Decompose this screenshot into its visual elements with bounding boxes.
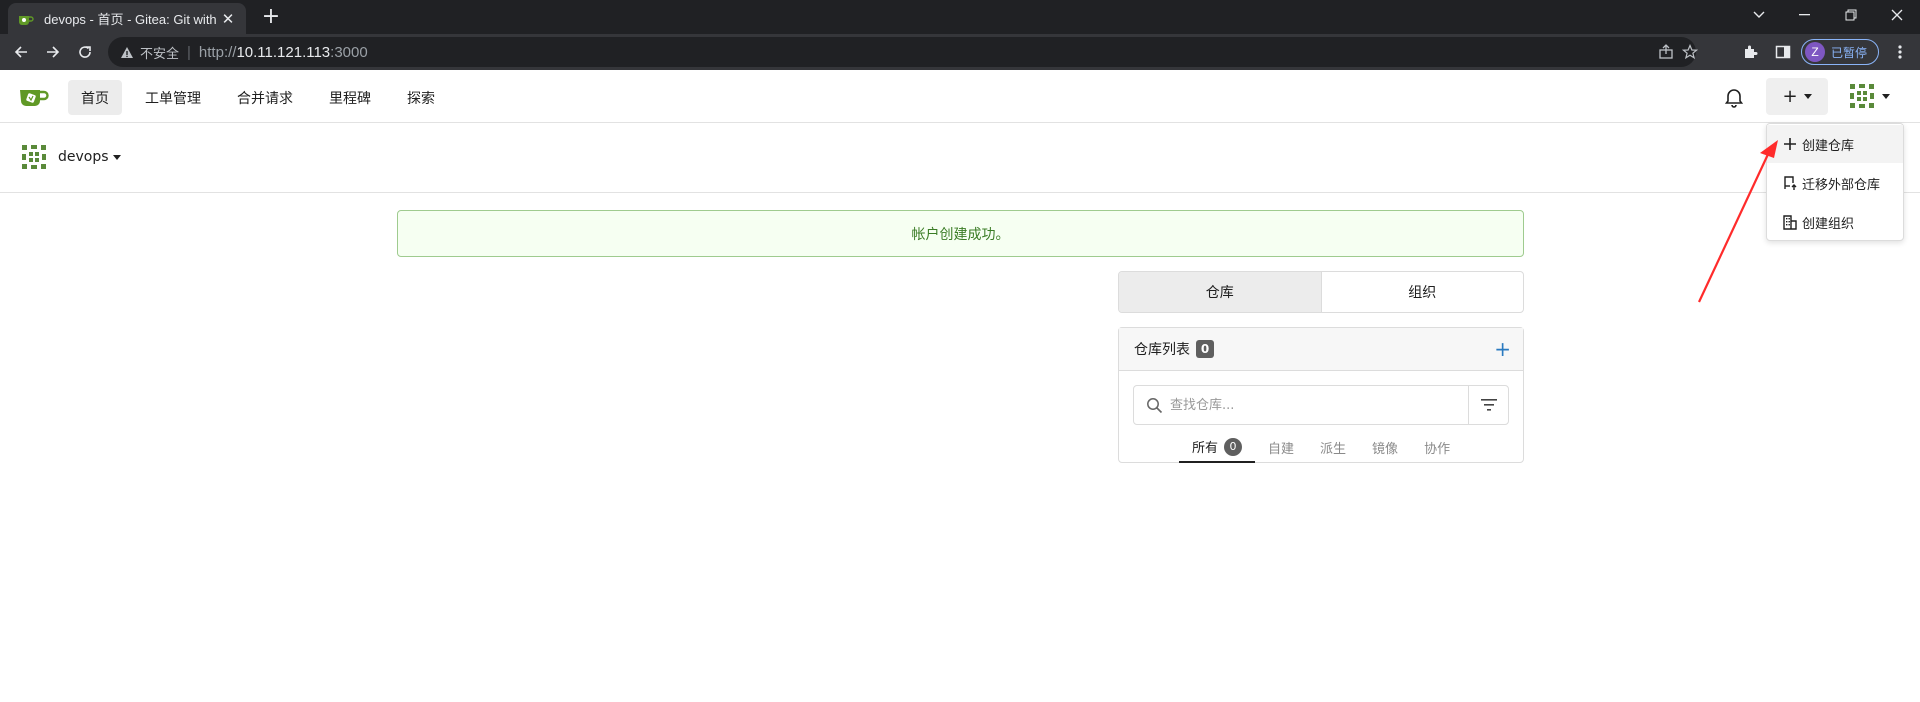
menu-item-migrate-repo-label: 迁移外部仓库: [1802, 177, 1881, 193]
browser-tab[interactable]: devops - 首页 - Gitea: Git with a cup of t…: [8, 3, 246, 34]
back-arrow-icon[interactable]: [8, 39, 34, 65]
filter-tab-forks-label: 派生: [1320, 442, 1347, 457]
plus-icon: [1784, 138, 1796, 150]
repo-filter-tabs: 所有 0 自建 派生 镜像 协作: [1179, 432, 1463, 464]
filter-tab-forks[interactable]: 派生: [1307, 432, 1359, 463]
menu-item-new-repo-label: 创建仓库: [1802, 138, 1855, 154]
gitea-logo-icon[interactable]: [19, 84, 49, 108]
url-host: 10.11.121.113: [236, 43, 331, 61]
filter-tab-collaborative-label: 协作: [1424, 442, 1451, 457]
warning-icon: [121, 46, 133, 58]
repo-search-box: [1133, 385, 1509, 425]
context-user-name: devops: [58, 149, 109, 165]
nav-pull-requests[interactable]: 合并请求: [224, 80, 306, 115]
search-icon: [1147, 398, 1163, 414]
repo-list-title: 仓库列表: [1134, 342, 1190, 358]
nav-milestones[interactable]: 里程碑: [316, 80, 384, 115]
notification-bell-icon[interactable]: [1723, 86, 1745, 108]
context-switcher[interactable]: devops: [58, 149, 121, 165]
browser-toolbar: 不安全 | http:// 10.11.121.113 :3000 Z 已暂停: [0, 34, 1920, 70]
profile-button[interactable]: Z 已暂停: [1801, 39, 1879, 65]
create-new-button[interactable]: +: [1766, 78, 1828, 115]
nav-home[interactable]: 首页: [68, 80, 122, 115]
chevron-down-icon: [1803, 94, 1812, 99]
user-identicon-avatar: [1848, 82, 1876, 110]
security-label[interactable]: 不安全: [140, 43, 179, 62]
repo-count-badge: 0: [1196, 340, 1214, 358]
close-window-icon[interactable]: [1874, 0, 1920, 30]
tab-organizations[interactable]: 组织: [1322, 272, 1524, 312]
repo-search-input[interactable]: [1170, 394, 1460, 416]
filter-tab-all[interactable]: 所有 0: [1179, 432, 1256, 463]
chevron-down-icon: [112, 154, 121, 160]
context-user-avatar: [20, 143, 48, 171]
address-separator: |: [187, 43, 191, 61]
repo-list-panel: 仓库列表 0 + 所有 0 自建 派生 镜像 协作: [1118, 327, 1524, 463]
filter-tab-all-count: 0: [1224, 437, 1243, 456]
nav-explore-label: 探索: [407, 90, 435, 107]
nav-milestones-label: 里程碑: [329, 90, 371, 107]
gitea-favicon-icon: [19, 15, 34, 25]
menu-item-new-org[interactable]: 创建组织: [1767, 203, 1903, 241]
repo-org-switch: 仓库 组织: [1118, 271, 1524, 313]
filter-tab-sources[interactable]: 自建: [1255, 432, 1307, 463]
browser-menu-icon[interactable]: [1890, 39, 1910, 65]
new-tab-button[interactable]: +: [258, 4, 284, 30]
filter-button[interactable]: [1468, 386, 1508, 424]
create-dropdown-menu: 创建仓库 迁移外部仓库 创建组织: [1766, 123, 1904, 241]
menu-item-new-org-label: 创建组织: [1802, 216, 1855, 232]
tab-repositories-label: 仓库: [1205, 285, 1234, 301]
repo-list-header: 仓库列表 0 +: [1119, 328, 1523, 371]
address-bar[interactable]: 不安全 | http:// 10.11.121.113 :3000: [108, 37, 1698, 67]
minimize-icon[interactable]: [1782, 0, 1828, 30]
flash-success-text: 帐户创建成功。: [911, 226, 1010, 243]
filter-tab-sources-label: 自建: [1268, 442, 1295, 457]
nav-issues-label: 工单管理: [145, 90, 201, 107]
create-plus-icon: +: [1782, 86, 1798, 107]
tab-close-icon[interactable]: ✕: [220, 10, 236, 28]
flash-success-message: 帐户创建成功。: [397, 210, 1524, 257]
tab-repositories[interactable]: 仓库: [1119, 272, 1322, 312]
chevron-down-icon: [1882, 93, 1890, 99]
filter-tab-mirrors-label: 镜像: [1372, 442, 1399, 457]
menu-item-migrate-repo[interactable]: 迁移外部仓库: [1767, 164, 1903, 202]
url-protocol: http://: [198, 43, 237, 61]
add-repo-plus-icon[interactable]: +: [1494, 337, 1511, 361]
tab-organizations-label: 组织: [1408, 285, 1437, 301]
gitea-navbar: 首页 工单管理 合并请求 里程碑 探索 +: [0, 70, 1920, 123]
filter-icon: [1480, 399, 1497, 411]
user-menu-button[interactable]: [1848, 82, 1894, 110]
filter-tab-mirrors[interactable]: 镜像: [1359, 432, 1411, 463]
nav-home-label: 首页: [81, 90, 109, 107]
forward-arrow-icon[interactable]: [40, 39, 66, 65]
tab-search-chevron-icon[interactable]: [1736, 0, 1782, 30]
nav-issues[interactable]: 工单管理: [132, 80, 214, 115]
restore-icon[interactable]: [1828, 0, 1874, 30]
profile-avatar: Z: [1805, 42, 1825, 62]
menu-item-new-repo[interactable]: 创建仓库: [1767, 125, 1903, 163]
bookmark-star-icon[interactable]: [1676, 37, 1704, 67]
repo-push-icon: [1784, 176, 1797, 190]
filter-tab-collaborative[interactable]: 协作: [1411, 432, 1463, 463]
profile-status-label: 已暂停: [1831, 45, 1868, 60]
filter-tab-all-label: 所有: [1192, 441, 1219, 456]
browser-tab-strip: devops - 首页 - Gitea: Git with a cup of t…: [0, 0, 1920, 34]
organization-icon: [1783, 215, 1797, 230]
side-panel-icon[interactable]: [1770, 39, 1796, 65]
reload-icon[interactable]: [72, 39, 98, 65]
url-port: :3000: [330, 43, 368, 61]
nav-pull-requests-label: 合并请求: [237, 90, 293, 107]
extensions-puzzle-icon[interactable]: [1737, 39, 1763, 65]
nav-explore[interactable]: 探索: [394, 80, 448, 115]
dashboard-context-bar: devops: [0, 123, 1920, 193]
browser-tab-title: devops - 首页 - Gitea: Git with a cup of t…: [44, 12, 220, 27]
